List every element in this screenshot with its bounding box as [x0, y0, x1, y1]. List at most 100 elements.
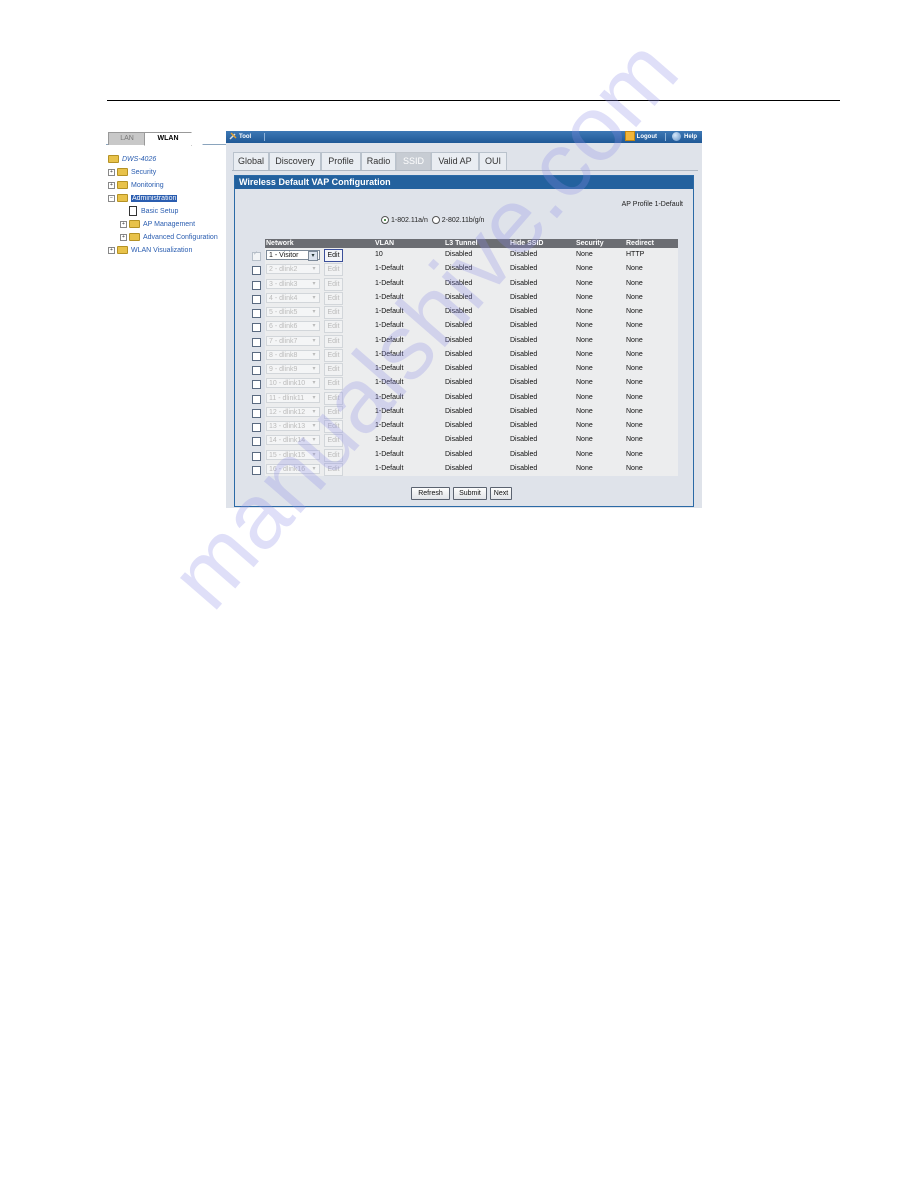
network-select[interactable]: 11 - dlink11 ▾	[266, 392, 320, 403]
tab-discovery[interactable]: Discovery	[269, 152, 321, 171]
vlan-cell: 10	[375, 251, 383, 258]
edit-button[interactable]: Edit	[324, 263, 343, 277]
expand-icon[interactable]: +	[108, 168, 115, 176]
edit-button[interactable]: Edit	[324, 348, 343, 362]
edit-button[interactable]: Edit	[324, 405, 343, 419]
toolbar-separator	[264, 133, 265, 141]
radio-button[interactable]	[431, 216, 440, 224]
edit-button[interactable]: Edit	[324, 448, 343, 462]
tab-radio[interactable]: Radio	[361, 152, 396, 171]
l3-tunnel-cell: Disabled	[445, 322, 473, 330]
tree-item[interactable]: Basic Setup	[108, 205, 218, 218]
network-select[interactable]: 10 - dlink10 ▾	[266, 378, 320, 389]
help-button[interactable]: Help	[671, 131, 697, 143]
edit-button[interactable]: Edit	[324, 391, 343, 405]
row-checkbox[interactable]	[252, 337, 261, 347]
tree-item-label: Basic Setup	[141, 208, 179, 215]
network-select[interactable]: 12 - dlink12 ▾	[266, 406, 320, 417]
edit-button[interactable]: Edit	[324, 277, 343, 291]
network-select[interactable]: 13 - dlink13 ▾	[266, 421, 320, 431]
chevron-down-icon: ▾	[312, 423, 316, 429]
tree-item[interactable]: + AP Management	[108, 218, 218, 231]
network-select[interactable]: 8 - dlink8 ▾	[266, 349, 320, 360]
radio-option-1[interactable]: 1-802.11a/n	[381, 216, 428, 224]
radio-option-2[interactable]: 2-802.11b/g/n	[431, 216, 484, 224]
edit-button[interactable]: Edit	[324, 420, 343, 433]
row-checkbox[interactable]	[252, 294, 261, 304]
tab-ssid[interactable]: SSID	[396, 152, 431, 171]
tree-item[interactable]: − Administration	[108, 192, 218, 205]
tree-item[interactable]: + Advanced Configuration	[108, 231, 218, 244]
row-checkbox[interactable]	[252, 408, 261, 418]
edit-button[interactable]: Edit	[324, 334, 343, 348]
row-checkbox[interactable]	[252, 423, 261, 432]
row-checkbox[interactable]	[252, 266, 261, 276]
network-select[interactable]: 2 - dlink2 ▾	[266, 264, 320, 275]
row-checkbox[interactable]	[252, 280, 261, 290]
edit-button[interactable]: Edit	[324, 320, 343, 334]
network-select[interactable]: 6 - dlink6 ▾	[266, 321, 320, 332]
chevron-down-icon: ▾	[312, 280, 316, 287]
tree-item[interactable]: + WLAN Visualization	[108, 244, 218, 257]
network-select[interactable]: 3 - dlink3 ▾	[266, 278, 320, 289]
tree-item[interactable]: + Monitoring	[108, 179, 218, 192]
network-select[interactable]: 4 - dlink4 ▾	[266, 292, 320, 303]
network-select-value: 7 - dlink7	[269, 337, 298, 345]
network-select[interactable]: 7 - dlink7 ▾	[266, 335, 320, 346]
row-checkbox[interactable]	[252, 394, 261, 404]
network-select[interactable]: 5 - dlink5 ▾	[266, 307, 320, 317]
tree-item[interactable]: + Security	[108, 166, 218, 179]
edit-button[interactable]: Edit	[324, 363, 343, 376]
network-select[interactable]: 14 - dlink14 ▾	[266, 435, 320, 446]
edit-button[interactable]: Edit	[324, 462, 343, 476]
col-header-vlan: VLAN	[375, 240, 395, 247]
row-checkbox[interactable]	[252, 465, 261, 475]
tool-menu[interactable]: Tool	[229, 131, 251, 143]
row-checkbox[interactable]	[252, 451, 261, 461]
network-select[interactable]: 9 - dlink9 ▾	[266, 364, 320, 374]
l3-tunnel-cell: Disabled	[445, 422, 473, 429]
next-button[interactable]: Next	[490, 487, 512, 500]
edit-button[interactable]: Edit	[324, 434, 343, 448]
l3-tunnel-cell: Disabled	[445, 251, 473, 258]
hide-ssid-cell: Disabled	[510, 308, 538, 315]
network-select[interactable]: 16 - dlink16 ▾	[266, 463, 320, 474]
radio-button[interactable]	[381, 216, 389, 224]
expand-icon[interactable]: +	[120, 233, 127, 241]
expand-icon[interactable]: +	[120, 220, 127, 228]
vlan-cell: 1-Default	[375, 379, 404, 387]
network-select[interactable]: 1 - Visitor ▾	[266, 250, 320, 261]
row-checkbox[interactable]	[252, 250, 261, 261]
security-cell: None	[576, 379, 593, 387]
l3-tunnel-cell: Disabled	[445, 265, 473, 273]
row-checkbox[interactable]	[252, 437, 261, 447]
edit-button[interactable]: Edit	[324, 306, 343, 319]
submit-button[interactable]: Submit	[453, 487, 487, 500]
network-select[interactable]: 15 - dlink15 ▾	[266, 449, 320, 460]
expand-icon[interactable]: +	[108, 181, 115, 189]
network-select-value: 5 - dlink5	[269, 309, 298, 316]
tree-item[interactable]: DWS-4026	[108, 153, 218, 166]
tab-profile[interactable]: Profile	[321, 152, 361, 171]
row-checkbox[interactable]	[252, 351, 261, 361]
row-checkbox[interactable]	[252, 380, 261, 390]
redirect-cell: None	[626, 422, 643, 429]
network-select-value: 15 - dlink15	[269, 451, 306, 459]
tab-oui[interactable]: OUI	[479, 152, 507, 171]
nav-tab-lan[interactable]: LAN	[108, 132, 146, 145]
edit-button[interactable]: Edit	[324, 291, 343, 305]
row-checkbox[interactable]	[252, 323, 261, 333]
refresh-button[interactable]: Refresh	[411, 487, 450, 500]
tab-global[interactable]: Global	[233, 152, 269, 171]
row-checkbox[interactable]	[252, 309, 261, 318]
collapse-icon[interactable]: −	[108, 194, 115, 202]
hide-ssid-cell: Disabled	[510, 464, 538, 472]
nav-tab-wlan[interactable]: WLAN	[144, 132, 203, 146]
edit-button[interactable]: Edit	[324, 377, 343, 391]
vlan-cell: 1-Default	[375, 308, 404, 315]
logout-button[interactable]: Logout	[624, 131, 657, 143]
edit-button[interactable]: Edit	[324, 249, 343, 262]
tab-valid-ap[interactable]: Valid AP	[431, 152, 479, 171]
row-checkbox[interactable]	[252, 366, 261, 375]
expand-icon[interactable]: +	[108, 246, 115, 254]
